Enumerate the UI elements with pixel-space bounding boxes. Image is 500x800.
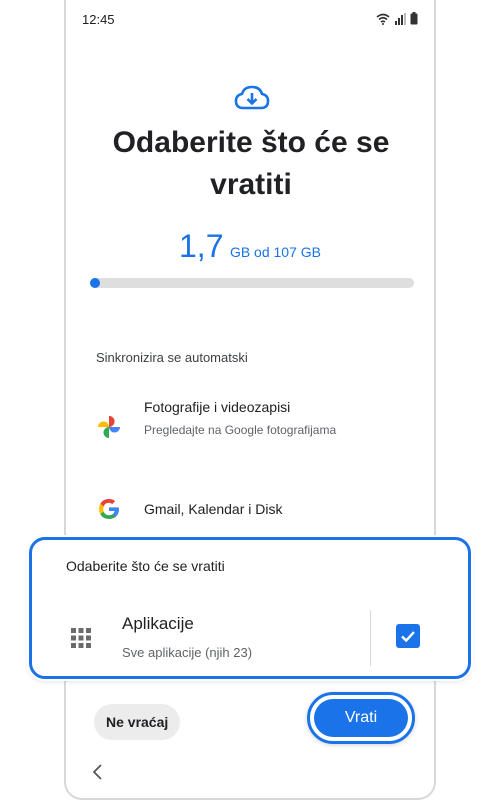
status-icons [376, 12, 418, 25]
restore-selection-card: Odaberite što će se vratiti Aplikacije S… [29, 537, 471, 679]
sync-item-title: Fotografije i videozapisi [144, 399, 291, 415]
google-photos-icon [98, 416, 120, 438]
apps-option-subtitle: Sve aplikacije (njih 23) [122, 645, 253, 660]
apps-option-title[interactable]: Aplikacije [122, 614, 194, 634]
battery-icon [410, 12, 418, 25]
progress-fill [90, 278, 100, 288]
storage-summary: 1,7 GB od 107 GB [66, 228, 434, 265]
restore-button[interactable]: Vrati [314, 699, 408, 737]
status-bar: 12:45 [66, 0, 434, 36]
back-icon[interactable] [90, 762, 106, 782]
apps-checkbox[interactable] [396, 624, 420, 648]
storage-used: 1,7 [179, 228, 224, 264]
check-icon [401, 631, 415, 643]
card-title: Odaberite što će se vratiti [66, 558, 225, 574]
page-title: Odaberite što će se vratiti [112, 126, 390, 201]
storage-total: GB od 107 GB [229, 244, 321, 260]
wifi-icon [376, 13, 390, 25]
sync-item-title: Gmail, Kalendar i Disk [144, 501, 283, 517]
phone-screen: 12:45 Odaberite što će se vratiti 1,7 GB… [64, 0, 436, 800]
restore-progress-bar [90, 278, 414, 288]
google-icon [99, 499, 119, 519]
sync-section-label: Sinkronizira se automatski [96, 350, 248, 365]
cloud-download-icon [234, 85, 270, 110]
restore-button-highlight: Vrati [307, 692, 415, 744]
sync-item-subtitle: Pregledajte na Google fotografijama [144, 423, 337, 437]
signal-icon [395, 12, 406, 25]
divider [370, 610, 371, 666]
skip-restore-button[interactable]: Ne vraćaj [94, 704, 181, 740]
status-time: 12:45 [82, 12, 115, 27]
apps-grid-icon [71, 628, 91, 648]
